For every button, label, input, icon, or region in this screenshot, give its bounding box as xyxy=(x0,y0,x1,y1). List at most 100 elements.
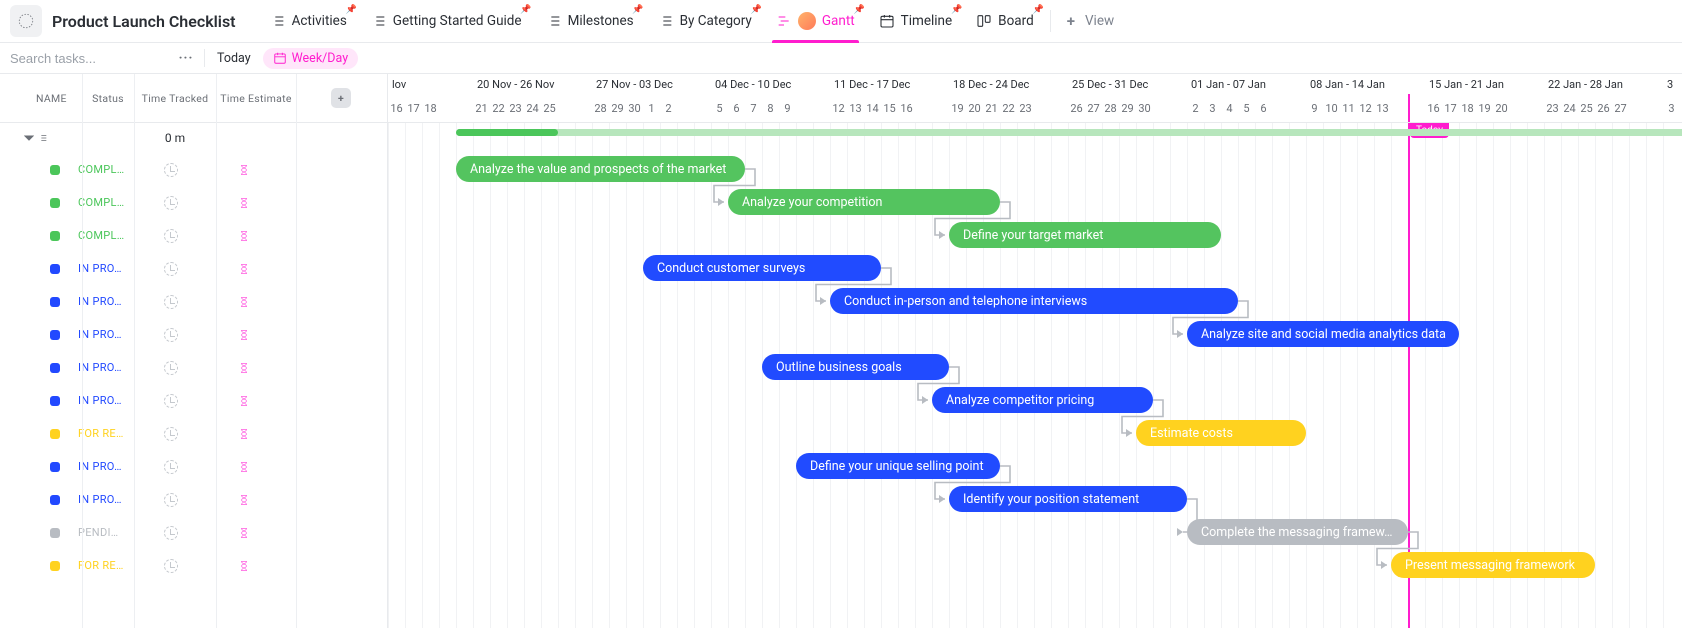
status-label: FOR RE… xyxy=(60,559,136,572)
col-status[interactable]: Status xyxy=(82,92,134,105)
time-estimate-cell[interactable] xyxy=(206,229,282,243)
summary-row[interactable]: 0 m xyxy=(0,123,387,153)
timeline-day: 10 xyxy=(1323,94,1340,123)
time-tracked-cell[interactable] xyxy=(136,328,206,342)
timeline-day: 22 xyxy=(490,94,507,123)
table-row[interactable]: IN PRO… xyxy=(0,252,387,285)
time-tracked-cell[interactable] xyxy=(136,460,206,474)
timeline-day: 4 xyxy=(1221,94,1238,123)
time-estimate-cell[interactable] xyxy=(206,163,282,177)
time-estimate-cell[interactable] xyxy=(206,427,282,441)
table-row[interactable]: COMPL… xyxy=(0,219,387,252)
hourglass-icon xyxy=(237,559,251,573)
time-estimate-cell[interactable] xyxy=(206,328,282,342)
more-options-button[interactable]: ··· xyxy=(176,51,196,66)
time-tracked-cell[interactable] xyxy=(136,361,206,375)
tab-activities[interactable]: Activities📌 xyxy=(258,0,359,43)
list-icon xyxy=(546,13,562,29)
search-input[interactable] xyxy=(8,47,168,70)
dependency-arrow xyxy=(929,462,1020,503)
time-estimate-cell[interactable] xyxy=(206,460,282,474)
table-row[interactable]: PENDI… xyxy=(0,516,387,549)
status-dot xyxy=(50,297,60,307)
add-view-button[interactable]: +View xyxy=(1055,0,1126,43)
timeline-week: 08 Jan - 14 Jan xyxy=(1306,74,1425,94)
status-label: IN PRO… xyxy=(60,262,136,275)
today-button[interactable]: Today xyxy=(213,49,255,68)
status-dot xyxy=(50,330,60,340)
dependency-arrow xyxy=(1116,396,1173,437)
timeline-day: 13 xyxy=(1374,94,1391,123)
timeline-week: 18 Dec - 24 Dec xyxy=(949,74,1068,94)
timeline-week: 15 Jan - 21 Jan xyxy=(1425,74,1544,94)
time-tracked-cell[interactable] xyxy=(136,262,206,276)
timeline-week: 01 Jan - 07 Jan xyxy=(1187,74,1306,94)
tab-timeline[interactable]: Timeline📌 xyxy=(867,0,965,43)
time-tracked-cell[interactable] xyxy=(136,163,206,177)
time-estimate-cell[interactable] xyxy=(206,526,282,540)
list-icon xyxy=(371,13,387,29)
table-row[interactable]: IN PRO… xyxy=(0,384,387,417)
time-tracked-cell[interactable] xyxy=(136,493,206,507)
gantt-chart[interactable]: lov20 Nov - 26 Nov27 Nov - 03 Dec04 Dec … xyxy=(388,74,1682,628)
timeline-day: 2 xyxy=(660,94,677,123)
pin-icon: 📌 xyxy=(751,5,762,15)
timeline-day: 24 xyxy=(1561,94,1578,123)
time-estimate-cell[interactable] xyxy=(206,361,282,375)
gantt-body[interactable]: TodayAnalyze the value and prospects of … xyxy=(388,123,1682,628)
scale-toggle[interactable]: Week/Day xyxy=(263,48,358,69)
col-time-estimate[interactable]: Time Estimate xyxy=(216,92,296,105)
status-label: IN PRO… xyxy=(60,394,136,407)
tab-gsg[interactable]: Getting Started Guide📌 xyxy=(359,0,534,43)
time-tracked-cell[interactable] xyxy=(136,526,206,540)
add-column-button[interactable]: + xyxy=(331,88,351,108)
tab-milestones[interactable]: Milestones📌 xyxy=(534,0,646,43)
gantt-bar[interactable]: Analyze the value and prospects of the m… xyxy=(456,156,745,182)
dependency-arrow xyxy=(1167,297,1258,338)
clock-icon xyxy=(164,460,178,474)
time-tracked-cell[interactable] xyxy=(136,196,206,210)
tab-board[interactable]: Board📌 xyxy=(964,0,1046,43)
tab-cat[interactable]: By Category📌 xyxy=(646,0,764,43)
timeline-week: 04 Dec - 10 Dec xyxy=(711,74,830,94)
table-row[interactable]: IN PRO… xyxy=(0,318,387,351)
table-row[interactable]: COMPL… xyxy=(0,153,387,186)
table-row[interactable]: IN PRO… xyxy=(0,285,387,318)
time-tracked-cell[interactable] xyxy=(136,229,206,243)
col-time-tracked[interactable]: Time Tracked xyxy=(134,92,216,105)
table-row[interactable]: IN PRO… xyxy=(0,351,387,384)
timeline-day: 6 xyxy=(728,94,745,123)
time-tracked-cell[interactable] xyxy=(136,394,206,408)
timeline-day: 26 xyxy=(1068,94,1085,123)
timeline-week: 11 Dec - 17 Dec xyxy=(830,74,949,94)
table-row[interactable]: IN PRO… xyxy=(0,483,387,516)
table-row[interactable]: FOR RE… xyxy=(0,417,387,450)
collapse-icon[interactable] xyxy=(24,133,34,143)
table-row[interactable]: FOR RE… xyxy=(0,549,387,582)
time-estimate-cell[interactable] xyxy=(206,262,282,276)
time-tracked-cell[interactable] xyxy=(136,559,206,573)
hourglass-icon xyxy=(237,394,251,408)
time-tracked-cell[interactable] xyxy=(136,295,206,309)
top-bar: Product Launch Checklist Activities📌Gett… xyxy=(0,0,1682,43)
time-tracked-cell[interactable] xyxy=(136,427,206,441)
col-name[interactable]: NAME xyxy=(0,92,82,105)
timeline-day: 25 xyxy=(1578,94,1595,123)
table-row[interactable]: COMPL… xyxy=(0,186,387,219)
time-estimate-cell[interactable] xyxy=(206,394,282,408)
table-row[interactable]: IN PRO… xyxy=(0,450,387,483)
time-estimate-cell[interactable] xyxy=(206,295,282,309)
timeline-day: 5 xyxy=(711,94,728,123)
timeline-day: 12 xyxy=(830,94,847,123)
time-estimate-cell[interactable] xyxy=(206,196,282,210)
time-estimate-cell[interactable] xyxy=(206,493,282,507)
summary-bar[interactable] xyxy=(456,129,1682,136)
clock-icon xyxy=(164,295,178,309)
clock-icon xyxy=(164,493,178,507)
timeline-day: 7 xyxy=(745,94,762,123)
list-avatar[interactable] xyxy=(10,5,42,37)
status-dot xyxy=(50,561,60,571)
timeline-day: 3 xyxy=(1663,94,1680,123)
time-estimate-cell[interactable] xyxy=(206,559,282,573)
tab-gantt[interactable]: Gantt📌 xyxy=(764,0,867,43)
